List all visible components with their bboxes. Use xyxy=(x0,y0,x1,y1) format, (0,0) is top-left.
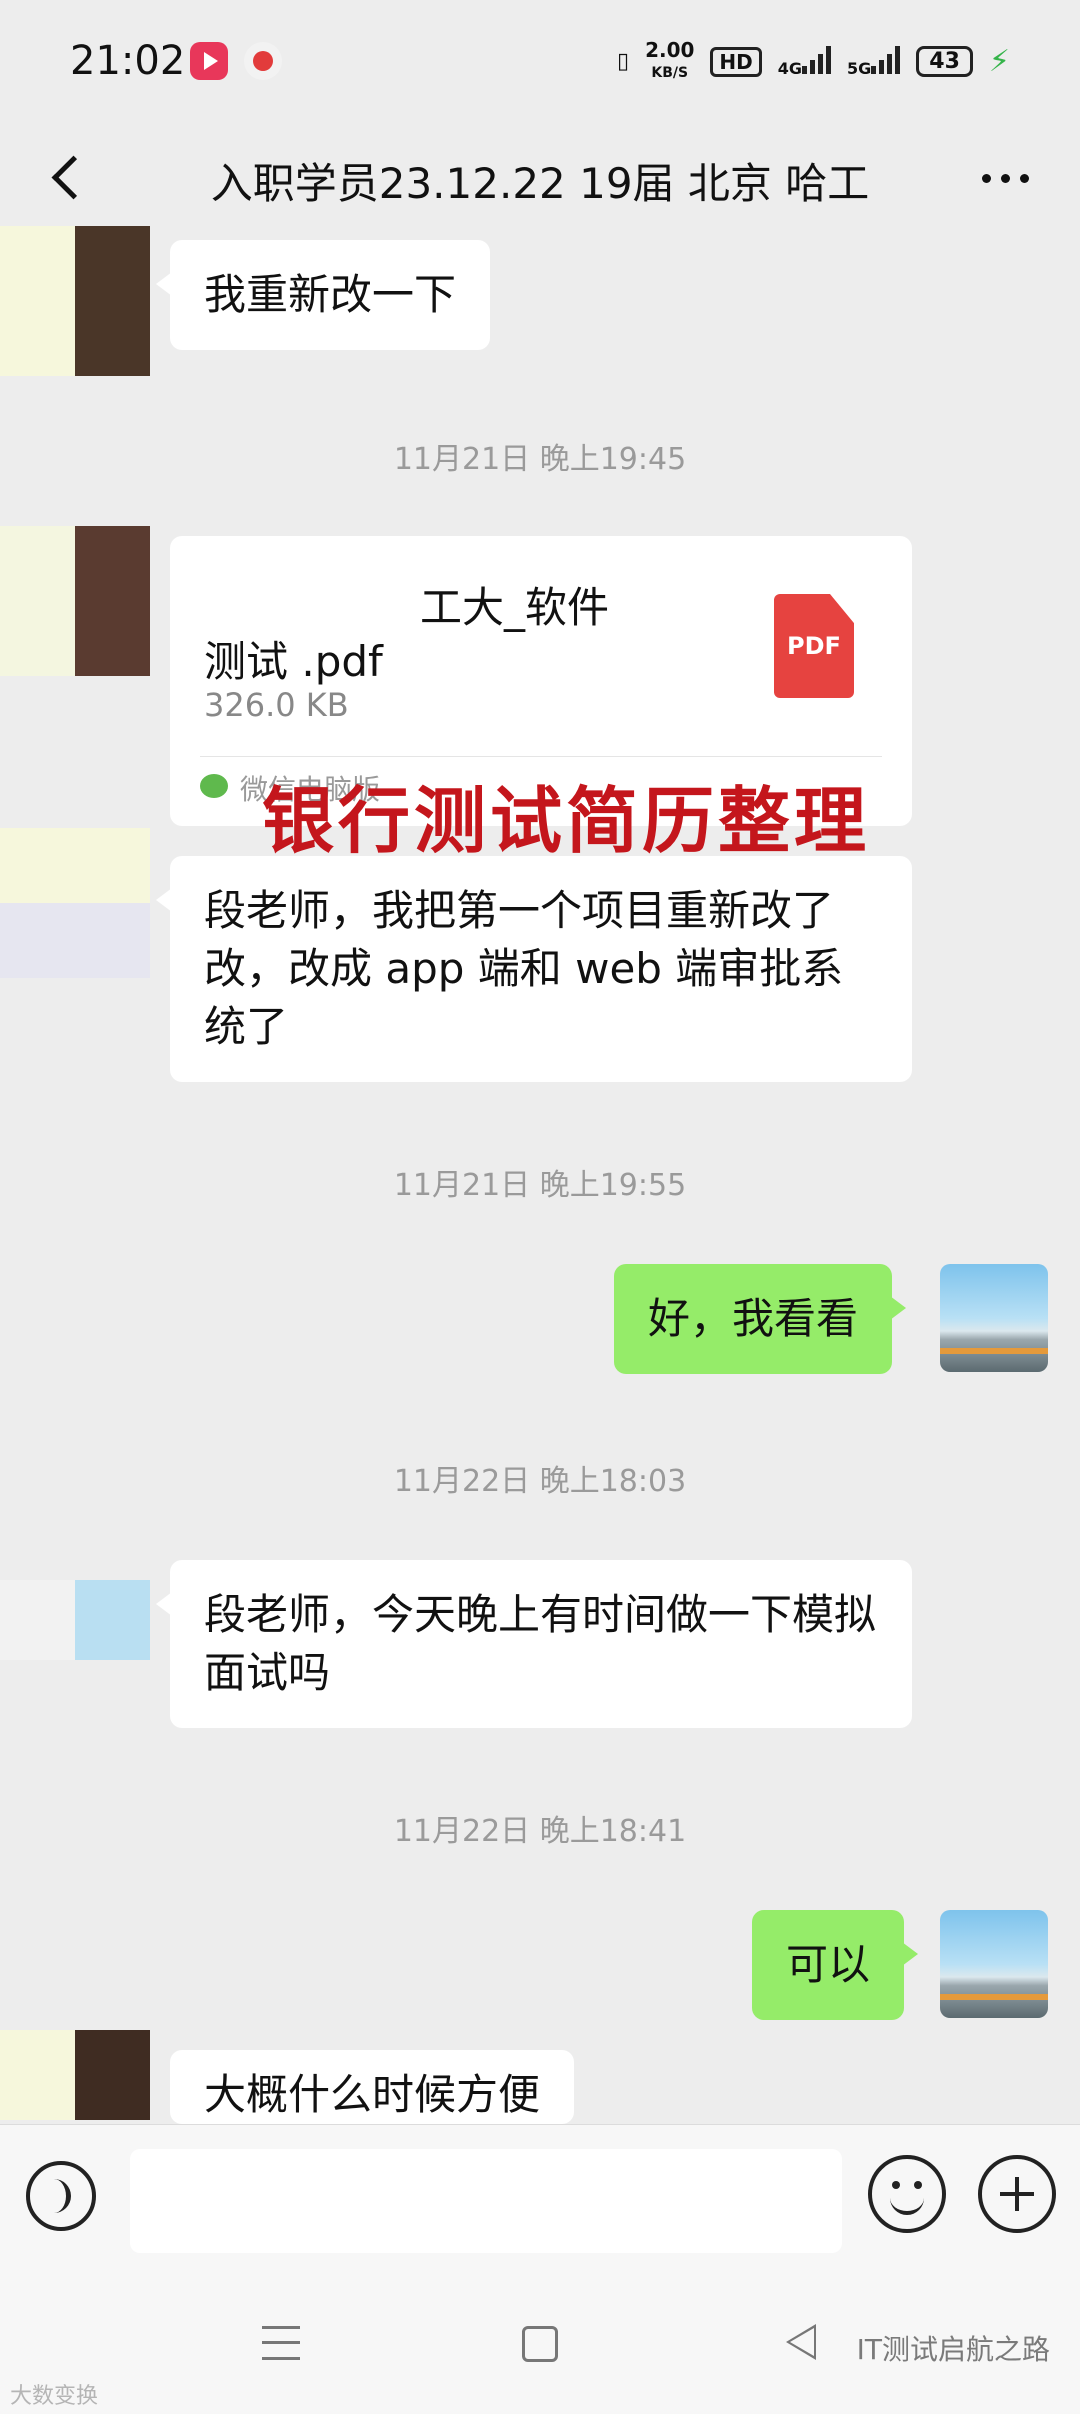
avatar[interactable] xyxy=(0,1580,150,1660)
pdf-icon-label: PDF xyxy=(787,632,841,660)
divider xyxy=(200,756,882,757)
message-timestamp: 11月22日 晚上18:03 xyxy=(393,1464,687,1499)
avatar[interactable] xyxy=(0,2030,150,2120)
message-bubble[interactable]: 可以 xyxy=(752,1910,919,2020)
voice-input-button[interactable] xyxy=(26,2161,96,2231)
status-time: 21:02 xyxy=(70,38,186,84)
chat-title: 入职学员23.12.22 19届 北京 哈工 xyxy=(210,159,870,208)
more-actions-button[interactable] xyxy=(978,2155,1056,2233)
charging-icon: ⚡ xyxy=(988,44,1010,79)
system-nav-bar: IT测试启航之路 大数变换 xyxy=(0,2284,1080,2414)
vibrate-icon: ▯ xyxy=(616,49,630,74)
watermark: 大数变换 xyxy=(10,2384,99,2409)
avatar[interactable] xyxy=(0,828,150,978)
more-options-button[interactable] xyxy=(970,158,1040,198)
message-timestamp: 11月21日 晚上19:55 xyxy=(393,1168,687,1203)
message-bubble[interactable]: 段老师，我把第一个项目重新改了改，改成 app 端和 web 端审批系统了 xyxy=(156,856,912,1082)
avatar[interactable] xyxy=(0,526,150,676)
back-icon[interactable] xyxy=(786,2324,816,2360)
message-timestamp: 11月22日 晚上18:41 xyxy=(393,1814,687,1849)
video-app-icon xyxy=(190,42,228,80)
file-name-line1: 工大_软件 xyxy=(420,583,610,632)
music-app-icon xyxy=(244,42,282,80)
message-bubble[interactable]: 大概什么时候方便 xyxy=(170,2050,575,2124)
message-input[interactable] xyxy=(130,2149,842,2253)
watermark: IT测试启航之路 xyxy=(856,2333,1050,2366)
my-avatar[interactable] xyxy=(940,1910,1048,2018)
hd-icon: HD xyxy=(710,46,762,77)
file-size: 326.0 KB xyxy=(204,686,349,724)
file-name-line2: 测试 .pdf xyxy=(204,637,383,686)
overlay-title: 银行测试简历整理 xyxy=(262,778,871,863)
network-speed: 2.00 KB/S xyxy=(645,38,695,81)
battery-icon: 43 xyxy=(916,46,973,77)
emoji-button[interactable] xyxy=(868,2155,946,2233)
message-bubble[interactable]: 我重新改一下 xyxy=(155,240,491,350)
my-avatar[interactable] xyxy=(940,1264,1048,1372)
status-bar: 21:02 ▯ 2.00 KB/S HD 4G 5G 43 ⚡ xyxy=(0,0,1080,128)
menu-icon[interactable] xyxy=(262,2326,300,2360)
signal-4g-icon: 4G xyxy=(778,44,832,80)
signal-5g-icon: 5G xyxy=(847,44,901,80)
message-timestamp: 11月21日 晚上19:45 xyxy=(393,442,687,477)
avatar[interactable] xyxy=(0,226,150,376)
status-indicators: ▯ 2.00 KB/S HD 4G 5G 43 ⚡ xyxy=(617,40,1010,83)
home-icon[interactable] xyxy=(522,2326,558,2362)
input-bar xyxy=(0,2124,1080,2284)
message-bubble[interactable]: 段老师，今天晚上有时间做一下模拟面试吗 xyxy=(156,1560,912,1728)
chat-header: 入职学员23.12.22 19届 北京 哈工 xyxy=(0,128,1080,228)
message-bubble[interactable]: 好，我看看 xyxy=(614,1264,907,1374)
wechat-icon xyxy=(200,774,228,798)
